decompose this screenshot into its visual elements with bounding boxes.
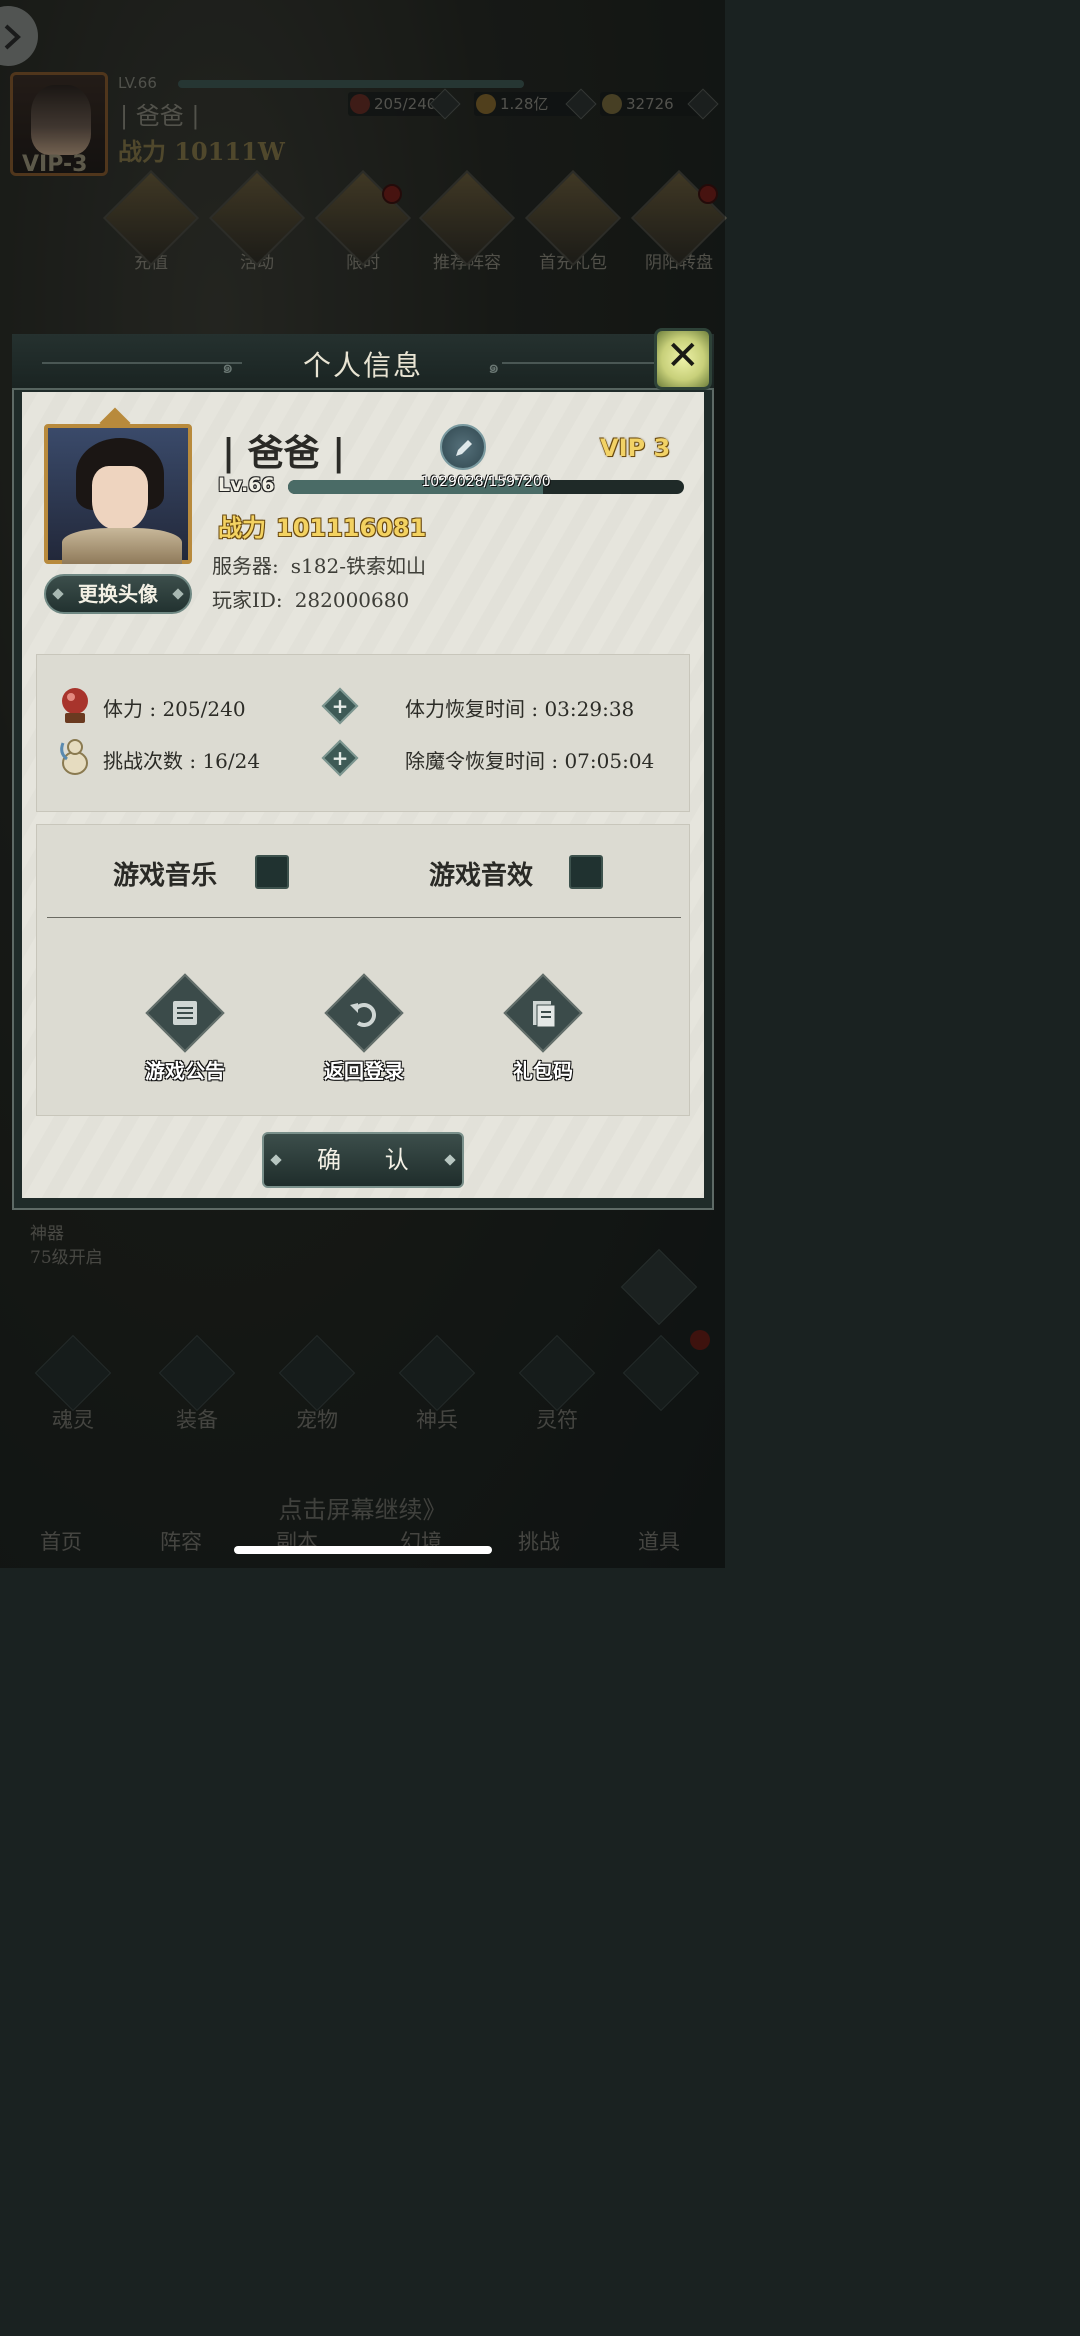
plus-icon: + <box>331 746 349 770</box>
stats-panel: 体力 : 205/240 + 体力恢复时间 : 03:29:38 挑战次数 : … <box>36 654 690 812</box>
game-music-toggle[interactable] <box>255 855 289 889</box>
return-login-button[interactable]: 返回登录 <box>304 973 424 1084</box>
vip-level: VIP 3 <box>600 434 671 462</box>
change-avatar-button[interactable]: 更换头像 <box>44 574 192 614</box>
combat-power-value: 101116081 <box>276 514 427 542</box>
home-indicator[interactable] <box>234 1546 492 1554</box>
dialog-header: ๑ 个人信息 ๑ <box>12 334 714 390</box>
player-id-value: 282000680 <box>294 588 410 612</box>
announcement-label: 游戏公告 <box>145 1059 225 1083</box>
player-name: | 爸爸 | <box>222 432 346 474</box>
player-avatar[interactable] <box>44 424 192 564</box>
dialog-title: 个人信息 <box>302 349 423 382</box>
stamina-plus-button[interactable]: + <box>321 687 359 725</box>
swirl-ornament-icon: ๑ <box>488 357 500 378</box>
exp-progress-text: 1029028/1597200 <box>421 474 551 490</box>
server-value: s182-铁索如山 <box>290 554 426 578</box>
document-icon <box>533 1001 556 1028</box>
combat-power-label: 战力 <box>218 513 266 542</box>
token-recover-time: 除魔令恢复时间 : 07:05:04 <box>405 749 655 773</box>
edit-name-button[interactable] <box>440 424 486 470</box>
game-sfx-label: 游戏音效 <box>429 861 534 891</box>
challenge-plus-button[interactable]: + <box>321 739 359 777</box>
player-id-label: 玩家ID: <box>212 588 283 612</box>
confirm-button[interactable]: 确 认 <box>262 1132 464 1188</box>
close-button[interactable]: ✕ <box>650 314 722 404</box>
challenge-gourd-icon <box>57 737 93 777</box>
player-id-info: 玩家ID: 282000680 <box>212 584 409 613</box>
server-label: 服务器: <box>212 554 279 578</box>
gift-code-button[interactable]: 礼包码 <box>483 973 603 1084</box>
header-divider <box>502 362 662 364</box>
announcement-button[interactable]: 游戏公告 <box>125 973 245 1084</box>
close-icon: ✕ <box>666 333 700 379</box>
pencil-icon <box>456 440 472 456</box>
undo-arrow-icon <box>350 1003 376 1027</box>
server-info: 服务器: s182-铁索如山 <box>212 550 426 579</box>
game-sfx-toggle[interactable] <box>569 855 603 889</box>
player-level: Lv.66 <box>218 474 275 496</box>
settings-divider <box>47 917 681 918</box>
stamina-recover-time: 体力恢复时间 : 03:29:38 <box>405 697 635 721</box>
stamina-orb-icon <box>57 685 93 725</box>
settings-panel: 游戏音乐 游戏音效 游戏公告 返回登录 礼包码 <box>36 824 690 1116</box>
personal-info-dialog: ๑ 个人信息 ๑ ✕ 更换头像 | 爸爸 | VIP 3 Lv.66 10290… <box>12 328 714 1210</box>
combat-power: 战力 101116081 <box>218 508 426 543</box>
stamina-text: 体力 : 205/240 <box>103 697 246 721</box>
notice-board-icon <box>173 1001 197 1025</box>
game-music-label: 游戏音乐 <box>113 861 218 891</box>
challenge-count-text: 挑战次数 : 16/24 <box>103 749 261 773</box>
return-login-label: 返回登录 <box>324 1059 404 1083</box>
gift-code-label: 礼包码 <box>513 1059 573 1083</box>
plus-icon: + <box>331 694 349 718</box>
